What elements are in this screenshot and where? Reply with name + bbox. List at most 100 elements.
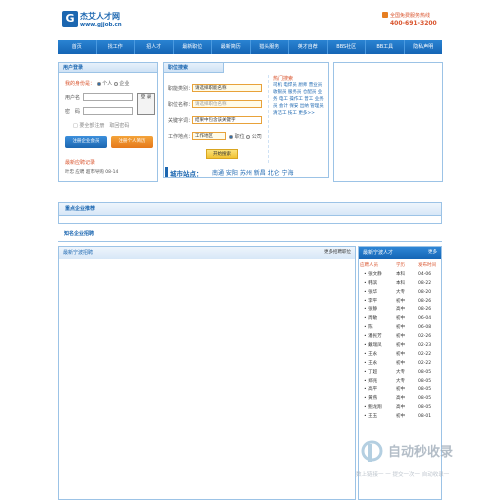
remember-row[interactable]: □ 要全部注册 取回密码 (73, 122, 129, 129)
nav-bbs[interactable]: BBS社区 (328, 40, 366, 54)
talent-row[interactable]: • 王永 初中 02-22 (360, 360, 442, 369)
talent-education: 初中 (396, 298, 405, 304)
talent-name: • 高平 (364, 387, 378, 393)
talent-row[interactable]: • 张静 高中 08-26 (360, 306, 442, 315)
nav-home[interactable]: 首页 (58, 40, 97, 54)
latest-talent-title: 最新宁波人才 (363, 250, 394, 256)
recommend-body (58, 216, 442, 224)
talent-row[interactable]: • 周敏 初中 06-04 (360, 315, 442, 324)
site-name: 杰艾人才网 (80, 12, 120, 21)
talent-education: 大专 (396, 378, 405, 384)
talent-row[interactable]: • 潘民芳 初中 02-26 (360, 333, 442, 342)
recent-apply-title: 最新应聘记录 (65, 160, 96, 166)
radio-personal-label: 个人 (102, 81, 113, 87)
location-select[interactable]: 工作地区 (192, 132, 226, 140)
talent-date: 08-05 (418, 369, 432, 375)
city-sites-list[interactable]: 南通 安阳 苏州 新昌 北仑 宁海 (212, 168, 294, 177)
talent-education: 大专 (396, 289, 405, 295)
talent-table-header: 应聘人员 学历 发布时间 (360, 262, 442, 271)
radio-personal[interactable] (96, 81, 101, 86)
search-title: 职位搜索 (168, 65, 189, 71)
talent-education: 初中 (396, 360, 405, 366)
talent-name: • 潘民芳 (364, 334, 382, 340)
nav-latest-resumes[interactable]: 最新简历 (212, 40, 251, 54)
city-sites-label: 城市站点： (170, 170, 203, 178)
nav-tools[interactable]: BB工具 (366, 40, 405, 54)
more-jobs-link[interactable]: 更多招聘职位 (324, 247, 351, 259)
login-box: 用户登录 我的身份是： 个人 企业 用户名 密 码 登 录 □ 要全部注册 取回… (58, 62, 158, 182)
talent-row[interactable]: • 戴瑞凤 初中 02-23 (360, 342, 442, 351)
talent-date: 02-26 (418, 334, 432, 340)
radio-company-label: 企业 (119, 81, 130, 87)
talent-name: • 王永 (364, 351, 378, 357)
radio-search-position[interactable] (229, 134, 233, 139)
famous-bar: 知名企业招聘 (58, 228, 442, 242)
talent-name: • 李平 (364, 298, 378, 304)
talent-row[interactable]: • 鲍龙翔 高中 08-05 (360, 404, 442, 413)
talent-date: 02-23 (418, 343, 432, 349)
talent-date: 04-06 (418, 271, 432, 277)
site-url: www.gjjob.cn (80, 22, 122, 28)
talent-name: • 张文静 (364, 271, 382, 277)
talent-row[interactable]: • 张文静 本科 04-06 (360, 271, 442, 280)
talent-education: 本科 (396, 271, 405, 277)
keyword-input[interactable]: 结果中包含该关键字 (192, 116, 262, 124)
talent-row[interactable]: • 张华 大专 08-20 (360, 289, 442, 298)
position-select[interactable]: 请选择职位名称 (192, 100, 262, 108)
talent-row[interactable]: • 李平 初中 08-26 (360, 298, 442, 307)
logo-icon[interactable]: G (62, 11, 78, 27)
talent-education: 初中 (396, 414, 405, 420)
talent-row[interactable]: • 王玉 初中 08-01 (360, 413, 442, 422)
talent-row[interactable]: • 黄燕 高中 08-05 (360, 395, 442, 404)
recommend-title: 重点企业推荐 (65, 206, 96, 212)
recommend-bar: 重点企业推荐 (58, 202, 442, 216)
watermark-tagline: 数上链接一 一 提交一次一 自动收录一 (356, 470, 450, 478)
talent-name: • 戴瑞凤 (364, 343, 382, 349)
nav-headhunter[interactable]: 猎头服务 (251, 40, 289, 54)
hot-search-words[interactable]: 司机 电焊员 厨师 营业员 收银员 服务员 仓配员 业务 电工 操作工 普工 业… (273, 82, 326, 117)
talent-row[interactable]: • 陈 初中 06-08 (360, 324, 442, 333)
user-type-label: 我的身份是： (65, 81, 96, 87)
talent-date: 02-22 (418, 351, 432, 357)
main-nav: 首页 找工作 招人才 最新职位 最新简历 猎头服务 英才自荐 BBS社区 BB工… (58, 40, 442, 54)
category-select[interactable]: 请选择职能名称 (192, 84, 262, 92)
watermark-brand: 自动秒收录 (388, 444, 453, 460)
talent-date: 08-01 (418, 414, 432, 420)
nav-latest-jobs[interactable]: 最新职位 (174, 40, 212, 54)
talent-name: • 陈 (364, 325, 373, 331)
nav-find-job[interactable]: 找工作 (97, 40, 135, 54)
password-label: 密 码 (65, 109, 81, 115)
register-personal-button[interactable]: 注册个人简历 (111, 136, 153, 148)
radio-search-company[interactable] (246, 134, 251, 139)
nav-recruit[interactable]: 招人才 (135, 40, 174, 54)
talent-date: 06-08 (418, 325, 432, 331)
talent-name: • 张静 (364, 307, 378, 313)
talent-name: • 黄燕 (364, 396, 378, 402)
talent-name: • 鲍龙翔 (364, 405, 382, 411)
register-company-button[interactable]: 注册企业会员 (65, 136, 107, 148)
search-button[interactable]: 开始搜索 (206, 149, 238, 159)
hotline-label: 全国免费服务热线 (390, 13, 431, 19)
nav-self-recommend[interactable]: 英才自荐 (289, 40, 328, 54)
radio-company[interactable] (113, 81, 118, 86)
talent-row[interactable]: • 高平 初中 08-05 (360, 386, 442, 395)
talent-education: 初中 (396, 325, 405, 331)
nav-privacy[interactable]: 隐私声明 (405, 40, 443, 54)
talent-row[interactable]: • 王永 初中 02-22 (360, 351, 442, 360)
more-talent-link[interactable]: 更多 (428, 247, 437, 259)
recent-apply-item[interactable]: 叶忠 应聘 超市导购 08-14 (65, 169, 118, 175)
talent-row[interactable]: • 丁超 大专 08-05 (360, 369, 442, 378)
talent-date: 06-04 (418, 316, 432, 322)
talent-date: 08-22 (418, 280, 432, 286)
username-input[interactable] (83, 93, 133, 101)
talent-row[interactable]: • 韩滨 本科 08-22 (360, 280, 442, 289)
talent-row[interactable]: • 郑兆 大专 08-05 (360, 378, 442, 387)
talent-name: • 王永 (364, 360, 378, 366)
password-input[interactable] (83, 107, 133, 115)
job-search-box: 职位搜索 职能类别： 请选择职能名称 职位名称： 请选择职位名称 关键字词： 结… (163, 62, 329, 178)
talent-education: 初中 (396, 387, 405, 393)
login-button[interactable]: 登 录 (137, 93, 155, 115)
radio-search-company-label: 公司 (251, 134, 262, 140)
talent-date: 08-20 (418, 289, 432, 295)
talent-name: • 丁超 (364, 369, 378, 375)
